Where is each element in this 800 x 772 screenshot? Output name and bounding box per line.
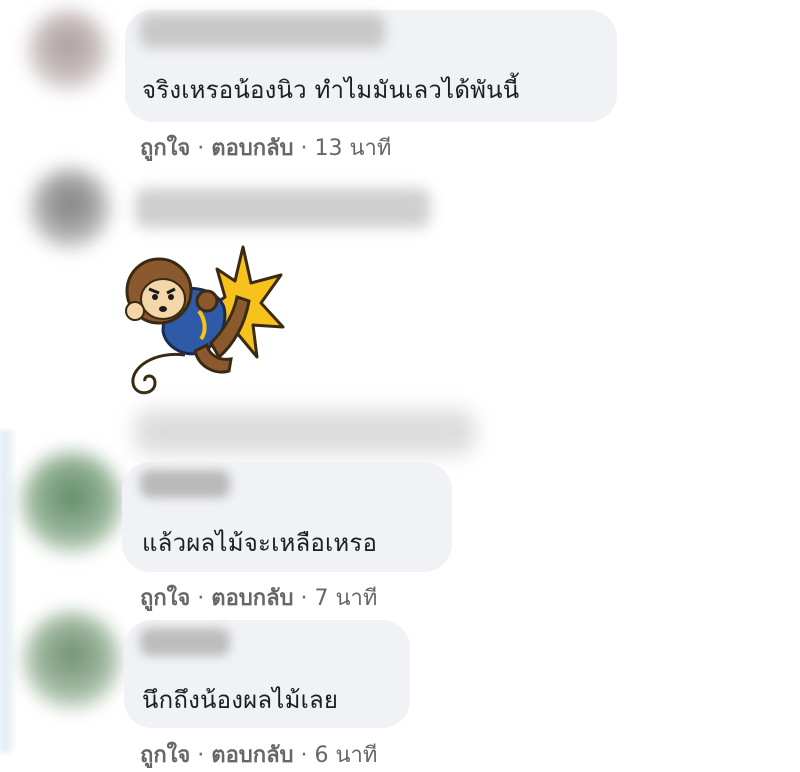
monkey-kick-sticker[interactable] — [125, 245, 285, 405]
separator: · — [300, 136, 308, 161]
commenter-name-blurred[interactable] — [135, 188, 430, 228]
comment-text: นึกถึงน้องผลไม้เลย — [142, 686, 339, 714]
reply-link[interactable]: ตอบกลับ — [211, 586, 293, 611]
blurred-content — [135, 410, 475, 454]
separator: · — [300, 586, 308, 611]
commenter-avatar[interactable] — [28, 10, 108, 90]
commenter-name-blurred[interactable] — [140, 470, 230, 498]
comment-timestamp[interactable]: 7 นาที — [315, 586, 378, 611]
commenter-name-blurred[interactable] — [140, 628, 230, 656]
commenter-avatar[interactable] — [30, 168, 110, 248]
like-link[interactable]: ถูกใจ — [140, 586, 190, 611]
like-link[interactable]: ถูกใจ — [140, 136, 190, 161]
comment-actions: ถูกใจ · ตอบกลับ · 13 นาที — [140, 130, 391, 165]
like-link[interactable]: ถูกใจ — [140, 743, 190, 768]
comment-actions: ถูกใจ · ตอบกลับ · 6 นาที — [140, 737, 377, 772]
comment-text: จริงเหรอน้องนิว ทำไมมันเลวได้พันนี้ — [142, 76, 520, 104]
monkey-tail — [131, 352, 186, 395]
separator: · — [197, 586, 205, 611]
reply-link[interactable]: ตอบกลับ — [211, 743, 293, 768]
comment-text: แล้วผลไม้จะเหลือเหรอ — [142, 529, 378, 557]
commenter-name-blurred[interactable] — [140, 14, 385, 48]
comment-actions: ถูกใจ · ตอบกลับ · 7 นาที — [140, 580, 377, 615]
commenter-avatar[interactable] — [24, 612, 120, 708]
separator: · — [197, 743, 205, 768]
separator: · — [197, 136, 205, 161]
separator: · — [300, 743, 308, 768]
left-edge-shadow — [0, 430, 14, 753]
commenter-avatar[interactable] — [22, 452, 122, 552]
comment-timestamp[interactable]: 6 นาที — [315, 743, 378, 768]
reply-link[interactable]: ตอบกลับ — [211, 136, 293, 161]
comment-timestamp[interactable]: 13 นาที — [315, 136, 392, 161]
